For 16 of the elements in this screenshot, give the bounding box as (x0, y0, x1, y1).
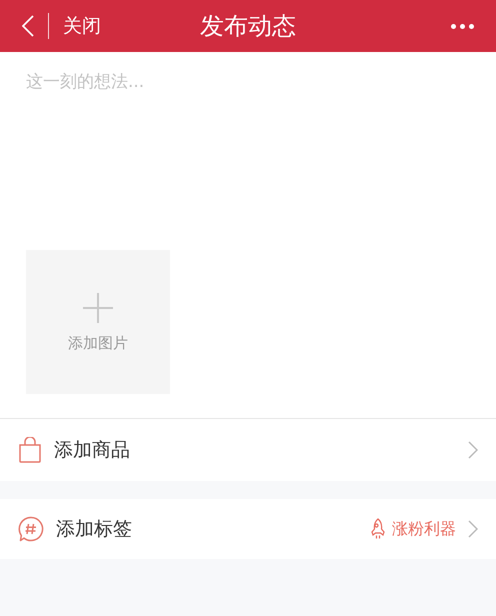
hint-text: 涨粉利器 (392, 518, 456, 540)
add-image-label: 添加图片 (68, 334, 128, 352)
hashtag-bubble-icon (18, 516, 44, 542)
chevron-right-icon (468, 520, 478, 538)
page-title: 发布动态 (200, 11, 296, 42)
plus-icon (82, 292, 114, 324)
back-icon[interactable] (22, 15, 34, 37)
post-text-field[interactable]: 这一刻的想法... (0, 52, 496, 250)
rocket-icon (370, 518, 386, 540)
option-label: 添加商品 (54, 438, 131, 463)
shopping-bag-icon (18, 437, 42, 463)
chevron-right-icon (468, 441, 478, 459)
option-label: 添加标签 (56, 517, 133, 542)
option-row[interactable]: 添加标签 涨粉利器 (0, 499, 496, 559)
option-row[interactable]: 添加商品 (0, 419, 496, 481)
close-button[interactable]: 关闭 (63, 13, 101, 39)
